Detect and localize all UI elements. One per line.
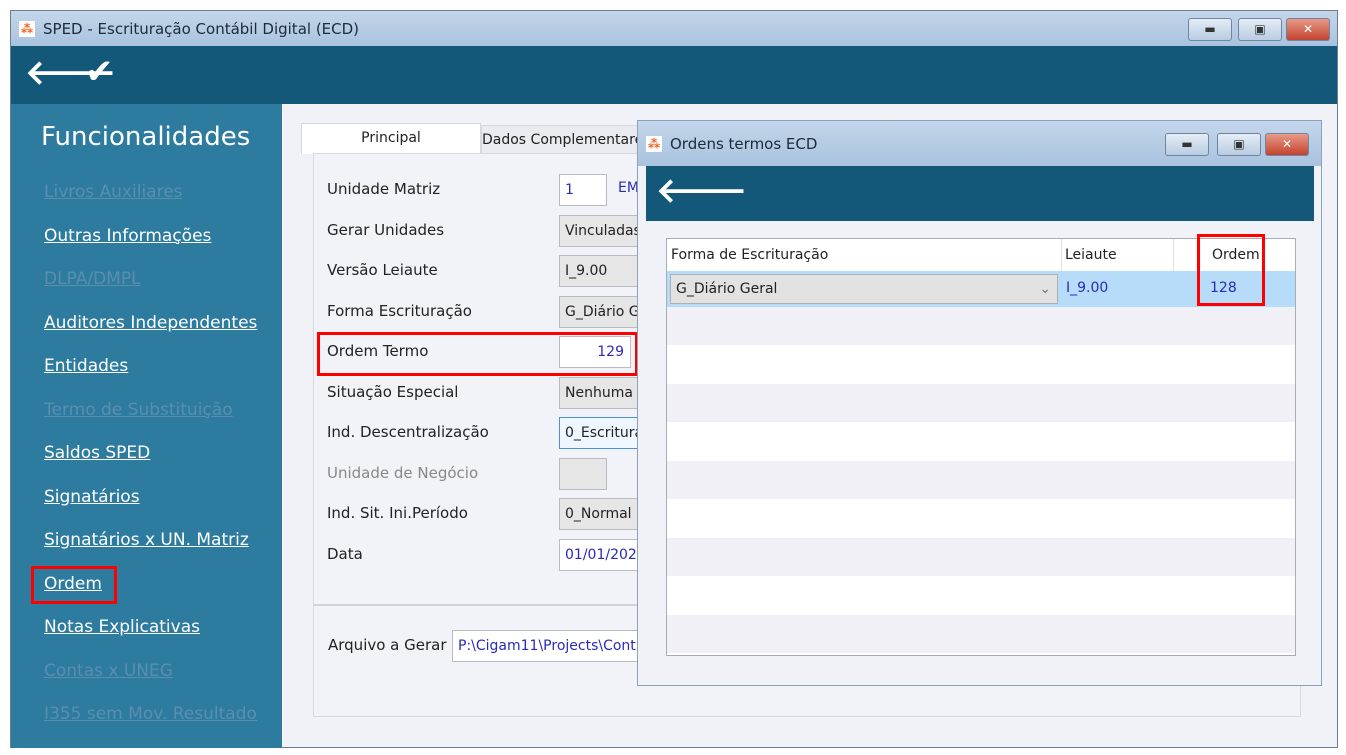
field-input[interactable]	[559, 457, 607, 490]
sidebar-item[interactable]: Auditores Independentes	[44, 313, 257, 333]
dialog-toolbar: 🡐	[646, 166, 1314, 221]
column-header-forma[interactable]: Forma de Escrituração	[671, 239, 828, 271]
back-arrow-icon[interactable]: 🡐	[656, 170, 747, 211]
toolbar: 🡐 ✔	[11, 46, 1337, 104]
chevron-down-icon: ⌄	[1039, 281, 1051, 297]
column-header-leiaute[interactable]: Leiaute	[1065, 239, 1117, 271]
sidebar-item[interactable]: Saldos SPED	[44, 443, 150, 463]
maximize-button[interactable]: ▣	[1238, 18, 1282, 41]
field-label: Ind. Sit. Ini.Período	[327, 504, 468, 522]
title-bar: ⁂ SPED - Escrituração Contábil Digital (…	[11, 11, 1337, 46]
dialog-title-bar: ⁂ Ordens termos ECD ▬ ▣ ✕	[638, 121, 1321, 166]
dialog-window: ⁂ Ordens termos ECD ▬ ▣ ✕ 🡐 Forma de Esc…	[637, 120, 1322, 686]
sidebar-item: I355 sem Mov. Resultado	[44, 704, 257, 724]
tab-principal[interactable]: Principal	[301, 123, 481, 154]
arquivo-input[interactable]: P:\Cigam11\Projects\Cont	[452, 630, 652, 662]
forma-select[interactable]: G_Diário Geral ⌄	[670, 274, 1058, 304]
tab-dados-complementares[interactable]: Dados Complementares	[481, 125, 651, 156]
close-button[interactable]: ✕	[1265, 133, 1309, 156]
window-title: SPED - Escrituração Contábil Digital (EC…	[43, 19, 360, 38]
maximize-button[interactable]: ▣	[1217, 133, 1261, 156]
field-label: Forma Escrituração	[327, 301, 472, 320]
highlight-box	[1197, 234, 1265, 306]
forma-value: G_Diário Geral	[676, 281, 778, 297]
sidebar-item[interactable]: Entidades	[44, 356, 128, 376]
field-input[interactable]: 0_Normal (	[559, 498, 639, 530]
arquivo-label: Arquivo a Gerar	[328, 636, 447, 654]
leiaute-value: I_9.00	[1066, 280, 1109, 296]
field-input[interactable]: I_9.00	[559, 255, 639, 287]
empty-row	[667, 499, 1295, 538]
field-label: Ind. Descentralização	[327, 423, 489, 441]
field-label: Gerar Unidades	[327, 220, 445, 239]
field-input[interactable]: G_Diário Geral	[559, 295, 639, 328]
field-input[interactable]: Nenhuma	[559, 376, 639, 409]
dialog-title: Ordens termos ECD	[670, 134, 818, 153]
sidebar-title: Funcionalidades	[41, 122, 251, 152]
sidebar: Funcionalidades Livros Auxiliares Outras …	[11, 104, 282, 748]
empty-row	[667, 422, 1295, 461]
empty-row	[667, 384, 1295, 422]
app-icon: ⁂	[646, 135, 662, 152]
sidebar-item[interactable]: Signatários x UN. Matriz	[44, 530, 249, 550]
field-label: Data	[327, 544, 363, 563]
field-input[interactable]: 0_Escrituração	[559, 417, 639, 449]
empty-row	[667, 576, 1295, 615]
field-input[interactable]: Vinculadas	[559, 214, 639, 247]
highlight-box	[317, 332, 638, 376]
sidebar-item: Contas x UNEG	[44, 660, 173, 681]
empty-row	[667, 538, 1295, 576]
sidebar-item: Termo de Substituição	[44, 399, 233, 420]
field-input[interactable]: 01/01/2021	[559, 538, 639, 571]
field-label: Unidade de Negócio	[327, 463, 479, 482]
field-label: Unidade Matriz	[327, 180, 441, 198]
highlight-box	[31, 566, 117, 604]
empty-row	[667, 345, 1295, 384]
empty-row	[667, 615, 1295, 653]
checkmark-icon[interactable]: ✔	[85, 52, 114, 92]
unit-name: EM	[618, 180, 639, 196]
sidebar-item[interactable]: Notas Explicativas	[44, 617, 200, 637]
field-label: Versão Leiaute	[327, 261, 438, 279]
field-input[interactable]: 1	[559, 174, 607, 206]
sidebar-item[interactable]: Outras Informações	[44, 226, 211, 246]
sidebar-item[interactable]: Signatários	[44, 487, 140, 507]
close-button[interactable]: ✕	[1286, 18, 1330, 41]
minimize-button[interactable]: ▬	[1188, 18, 1232, 41]
app-icon: ⁂	[19, 20, 35, 37]
empty-row	[667, 461, 1295, 499]
sidebar-item: DLPA/DMPL	[44, 269, 141, 289]
minimize-button[interactable]: ▬	[1165, 133, 1209, 156]
field-label: Situação Especial	[327, 382, 459, 401]
sidebar-item: Livros Auxiliares	[44, 182, 183, 202]
empty-row	[667, 307, 1295, 345]
